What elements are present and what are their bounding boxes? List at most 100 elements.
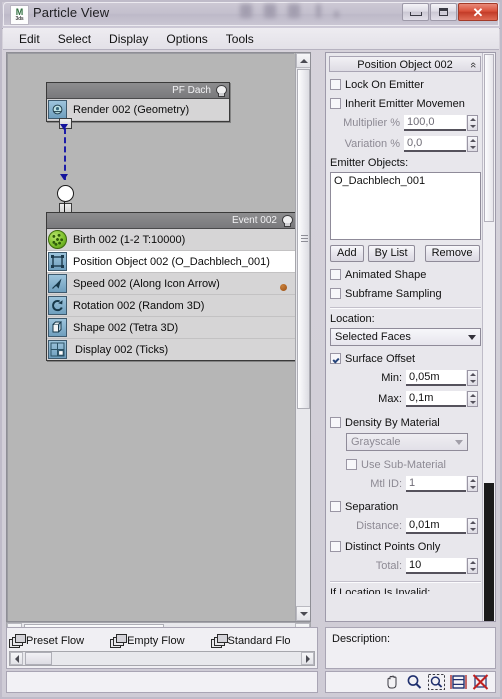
total-row[interactable]: Total: 10: [330, 557, 481, 575]
chevron-down-icon[interactable]: [451, 435, 466, 449]
multiplier-spinner[interactable]: [467, 115, 478, 131]
depot-scroll-thumb[interactable]: [25, 652, 52, 665]
multiplier-row[interactable]: Multiplier % 100,0: [330, 114, 481, 132]
variation-field[interactable]: 0,0: [404, 136, 466, 152]
operator-row-render[interactable]: Render 002 (Geometry): [47, 99, 229, 121]
animated-shape-row[interactable]: Animated Shape: [330, 266, 481, 283]
params-vertical-scrollbar[interactable]: [482, 53, 495, 621]
surface-offset-checkbox[interactable]: [330, 353, 341, 364]
scroll-thumb[interactable]: [297, 69, 310, 409]
particle-flow-canvas[interactable]: PF Dach Render 002 (Geometry) Event 002 …: [6, 52, 311, 622]
params-scroll-track[interactable]: [484, 483, 494, 621]
view-toolbar: [325, 671, 496, 693]
zoom-extents-icon[interactable]: [449, 673, 468, 691]
density-by-material-checkbox[interactable]: [330, 417, 341, 428]
canvas-vertical-scrollbar[interactable]: [295, 53, 310, 621]
depot-panel[interactable]: Preset Flow Empty Flow Standard Flo: [6, 627, 318, 669]
chevron-down-icon[interactable]: [464, 330, 479, 344]
operator-row-shape[interactable]: Shape 002 (Tetra 3D): [47, 317, 295, 339]
title-artifact: [288, 4, 300, 18]
surface-offset-row[interactable]: Surface Offset: [330, 350, 481, 367]
max-spinner[interactable]: [467, 391, 478, 407]
inherit-emitter-movement-row[interactable]: Inherit Emitter Movemen: [330, 95, 481, 112]
display-color-swatch[interactable]: [280, 283, 287, 291]
distance-row[interactable]: Distance: 0,01m: [330, 517, 481, 535]
flow-icon: [9, 634, 26, 648]
no-zoom-icon[interactable]: [471, 673, 490, 691]
pan-hand-icon[interactable]: [383, 673, 402, 691]
particle-view-window: M 3ds Particle View ✕ Edit Select Display…: [0, 0, 502, 699]
depot-horizontal-scrollbar[interactable]: [9, 651, 315, 666]
min-spinner[interactable]: [467, 370, 478, 386]
inherit-emitter-movement-checkbox[interactable]: [330, 98, 341, 109]
distinct-points-only-row[interactable]: Distinct Points Only: [330, 538, 481, 555]
subframe-sampling-row[interactable]: Subframe Sampling: [330, 285, 481, 302]
separation-checkbox[interactable]: [330, 501, 341, 512]
event-node-event-002[interactable]: Event 002 Birth 002 (1-2 T:10000) Positi…: [46, 212, 296, 361]
min-field[interactable]: 0,05m: [406, 370, 466, 386]
close-button[interactable]: ✕: [458, 3, 498, 21]
total-spinner[interactable]: [467, 558, 478, 574]
subframe-sampling-checkbox[interactable]: [330, 288, 341, 299]
chevron-up-icon[interactable]: «: [465, 62, 481, 68]
operator-row-birth[interactable]: Birth 002 (1-2 T:10000): [47, 229, 295, 251]
flow-node-pf-dach[interactable]: PF Dach Render 002 (Geometry): [46, 82, 230, 122]
remove-button[interactable]: Remove: [424, 245, 480, 262]
emitter-objects-list[interactable]: O_Dachblech_001: [330, 172, 481, 240]
menu-select[interactable]: Select: [49, 30, 100, 48]
params-scroll-thumb[interactable]: [484, 54, 494, 222]
zoom-icon[interactable]: [405, 673, 424, 691]
minimize-button[interactable]: [402, 3, 429, 21]
operator-row-position-object[interactable]: Position Object 002 (O_Dachblech_001): [47, 251, 295, 273]
light-bulb-icon[interactable]: [215, 84, 227, 97]
depot-item-standard-flow[interactable]: Standard Flo: [210, 634, 291, 648]
light-bulb-icon[interactable]: [281, 214, 293, 227]
max-field[interactable]: 0,1m: [406, 391, 466, 407]
depot-item-empty-flow[interactable]: Empty Flow: [110, 634, 185, 648]
depot-scroll-left-button[interactable]: [10, 652, 23, 665]
rollout-header-position-object[interactable]: Position Object 002 «: [329, 56, 481, 72]
add-button[interactable]: Add: [330, 245, 364, 262]
list-item[interactable]: O_Dachblech_001: [334, 175, 477, 187]
title-artifact: [334, 11, 339, 18]
scroll-down-button[interactable]: [296, 606, 310, 621]
scroll-up-button[interactable]: [296, 53, 310, 68]
animated-shape-checkbox[interactable]: [330, 269, 341, 280]
maximize-button[interactable]: [430, 3, 457, 21]
event-input-socket[interactable]: [57, 185, 74, 202]
mtl-id-spinner[interactable]: [467, 476, 478, 492]
parameters-panel[interactable]: Position Object 002 « Lock On Emitter In…: [325, 52, 496, 622]
canvas-surface[interactable]: PF Dach Render 002 (Geometry) Event 002 …: [7, 53, 296, 621]
separation-row[interactable]: Separation: [330, 498, 481, 515]
density-mode-dropdown[interactable]: Grayscale: [346, 433, 468, 451]
use-sub-material-row[interactable]: Use Sub-Material: [346, 456, 481, 473]
min-row[interactable]: Min: 0,05m: [330, 369, 481, 387]
operator-row-rotation[interactable]: Rotation 002 (Random 3D): [47, 295, 295, 317]
distance-field[interactable]: 0,01m: [406, 518, 466, 534]
density-by-material-row[interactable]: Density By Material: [330, 414, 481, 431]
distance-spinner[interactable]: [467, 518, 478, 534]
event-node-title-bar: Event 002: [47, 213, 295, 229]
zoom-region-icon[interactable]: [427, 673, 446, 691]
menu-tools[interactable]: Tools: [217, 30, 263, 48]
mtl-id-row[interactable]: Mtl ID: 1: [330, 475, 481, 493]
operator-row-speed[interactable]: Speed 002 (Along Icon Arrow): [47, 273, 295, 295]
use-sub-material-checkbox[interactable]: [346, 459, 357, 470]
menu-options[interactable]: Options: [157, 30, 216, 48]
by-list-button[interactable]: By List: [367, 245, 415, 262]
depot-scroll-right-button[interactable]: [301, 652, 314, 665]
lock-on-emitter-checkbox[interactable]: [330, 79, 341, 90]
mtl-id-field[interactable]: 1: [406, 476, 466, 492]
lock-on-emitter-row[interactable]: Lock On Emitter: [330, 76, 481, 93]
total-field[interactable]: 10: [406, 558, 466, 574]
variation-row[interactable]: Variation % 0,0: [330, 135, 481, 153]
location-dropdown[interactable]: Selected Faces: [330, 328, 481, 346]
variation-spinner[interactable]: [467, 136, 478, 152]
menu-edit[interactable]: Edit: [10, 30, 49, 48]
max-row[interactable]: Max: 0,1m: [330, 390, 481, 408]
multiplier-field[interactable]: 100,0: [404, 115, 466, 131]
distinct-points-only-checkbox[interactable]: [330, 541, 341, 552]
depot-item-preset-flow[interactable]: Preset Flow: [9, 634, 84, 648]
menu-display[interactable]: Display: [100, 30, 157, 48]
operator-row-display[interactable]: Display 002 (Ticks): [47, 283, 295, 360]
